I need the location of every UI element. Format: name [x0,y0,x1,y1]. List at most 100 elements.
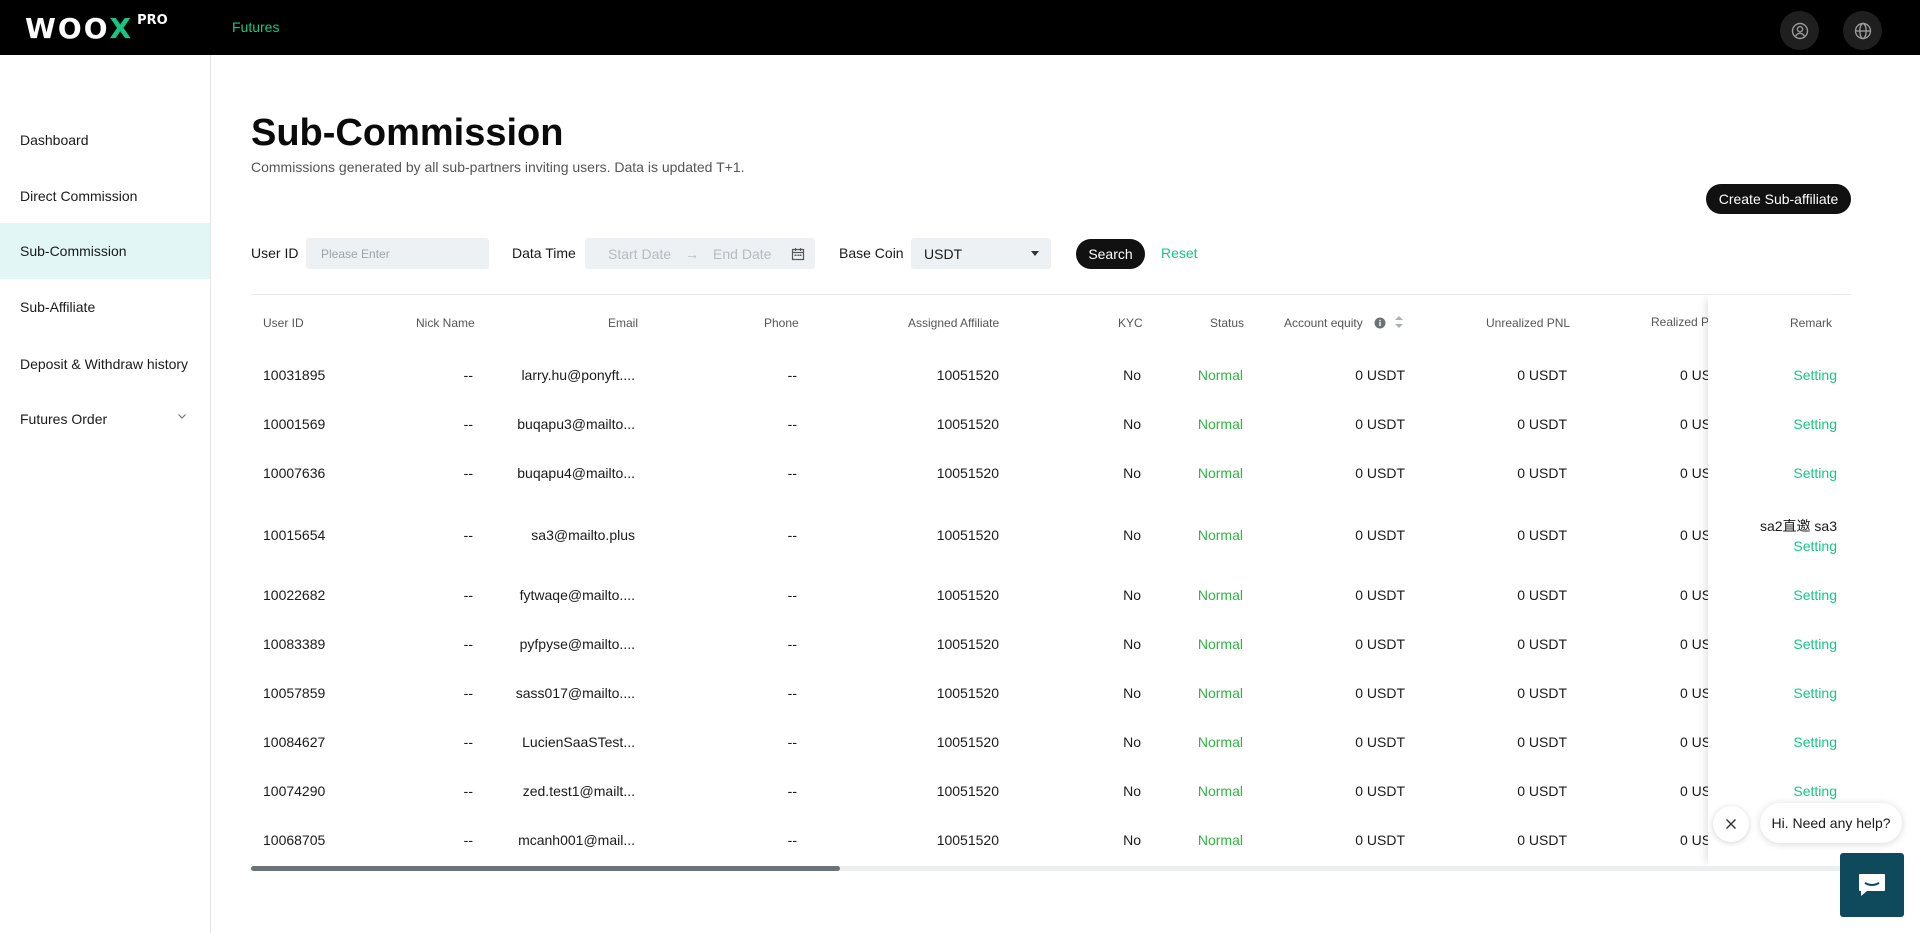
th-email: Email [608,316,639,330]
cell-realized-pnl: 0 US [1680,527,1712,543]
sidebar-item-label: Deposit & Withdraw history [20,356,189,372]
chat-icon [1859,874,1885,896]
setting-link[interactable]: Setting [1793,416,1837,432]
calendar-icon[interactable] [791,247,805,261]
cell-status: Normal [1197,367,1243,383]
cell-user-id: 10022682 [263,587,326,603]
cell-remark: sa2直邀 sa3 [1759,518,1837,534]
cell-email: fytwaqe@mailto.... [519,587,635,603]
th-status: Status [1210,316,1245,330]
end-date-input[interactable]: End Date [713,246,771,262]
cell-email: sa3@mailto.plus [531,527,635,543]
sidebar-item-label: Sub-Affiliate [20,299,96,315]
reset-link[interactable]: Reset [1161,245,1198,261]
user-id-input[interactable]: Please Enter [306,238,489,269]
cell-user-id: 10001569 [263,416,326,432]
cell-kyc: No [1123,587,1141,603]
woox-logo[interactable]: WOO X PRO [25,12,168,45]
cell-kyc: No [1123,783,1141,799]
user-id-label: User ID [251,245,299,261]
cell-nick-name: -- [463,416,473,432]
sidebar-item-dashboard[interactable]: Dashboard [0,112,210,168]
th-assigned-affiliate: Assigned Affiliate [908,316,1000,330]
base-coin-value: USDT [924,245,963,262]
cell-user-id: 10057859 [263,685,326,701]
sidebar-item-label: Direct Commission [20,188,138,204]
cell-user-id: 10084627 [263,734,326,750]
cell-kyc: No [1123,832,1141,848]
cell-nick-name: -- [463,527,473,543]
account-button[interactable] [1780,11,1819,50]
sidebar-item-sub-affiliate[interactable]: Sub-Affiliate [0,279,210,335]
cell-phone: -- [787,783,797,799]
sidebar-item-deposit-withdraw-history[interactable]: Deposit & Withdraw history [0,336,210,392]
cell-assigned-affiliate: 10051520 [936,734,999,750]
cell-phone: -- [787,685,797,701]
cell-email: mcanh001@mail... [518,832,635,848]
cell-unrealized-pnl: 0 USDT [1517,636,1567,652]
cell-account-equity: 0 USDT [1355,587,1405,603]
cell-user-id: 10083389 [263,636,326,652]
nav-futures[interactable]: Futures [232,19,279,35]
cell-nick-name: -- [463,832,473,848]
cell-account-equity: 0 USDT [1355,367,1405,383]
help-close-button[interactable] [1713,806,1749,842]
start-date-input[interactable]: Start Date [608,246,671,262]
cell-assigned-affiliate: 10051520 [936,367,999,383]
cell-status: Normal [1197,832,1243,848]
sidebar-item-sub-commission[interactable]: Sub-Commission [0,223,210,279]
cell-nick-name: -- [463,465,473,481]
cell-unrealized-pnl: 0 USDT [1517,685,1567,701]
th-account-equity: Account equity [1284,315,1405,330]
chevron-down-icon [178,414,186,419]
cell-kyc: No [1123,465,1141,481]
help-bubble[interactable]: Hi. Need any help? [1760,803,1902,843]
cell-account-equity: 0 USDT [1355,465,1405,481]
cell-assigned-affiliate: 10051520 [936,685,999,701]
chat-launcher-button[interactable] [1840,853,1904,917]
setting-link[interactable]: Setting [1793,734,1837,750]
cell-kyc: No [1123,416,1141,432]
setting-link[interactable]: Setting [1793,685,1837,701]
caret-down-icon [1031,251,1039,256]
cell-nick-name: -- [463,734,473,750]
cell-status: Normal [1197,416,1243,432]
language-button[interactable] [1843,11,1882,50]
cell-phone: -- [787,416,797,432]
create-sub-affiliate-button[interactable]: Create Sub-affiliate [1706,184,1851,214]
cell-nick-name: -- [463,636,473,652]
search-button[interactable]: Search [1076,239,1145,269]
info-icon[interactable] [1374,317,1386,329]
th-nick-name: Nick Name [416,316,475,330]
setting-link[interactable]: Setting [1793,538,1837,554]
cell-unrealized-pnl: 0 USDT [1517,367,1567,383]
setting-link[interactable]: Setting [1793,783,1837,799]
cell-realized-pnl: 0 US [1680,465,1712,481]
date-range-picker[interactable]: Start Date → End Date [585,238,815,269]
cell-unrealized-pnl: 0 USDT [1517,416,1567,432]
setting-link[interactable]: Setting [1793,465,1837,481]
setting-link[interactable]: Setting [1793,587,1837,603]
setting-link[interactable]: Setting [1793,367,1837,383]
cell-unrealized-pnl: 0 USDT [1517,734,1567,750]
base-coin-select[interactable]: USDT [911,238,1051,269]
th-account-equity-label: Account equity [1284,316,1363,330]
scrollbar-thumb[interactable] [251,866,840,871]
user-icon [1791,22,1808,39]
cell-email: sass017@mailto.... [515,685,635,701]
cell-email: larry.hu@ponyft.... [521,367,635,383]
cell-kyc: No [1123,367,1141,383]
sidebar-item-direct-commission[interactable]: Direct Commission [0,168,210,224]
cell-realized-pnl: 0 US [1680,587,1712,603]
cell-nick-name: -- [463,367,473,383]
cell-email: zed.test1@mailt... [522,783,635,799]
sort-icon[interactable] [1393,315,1405,329]
cell-status: Normal [1197,636,1243,652]
sidebar-item-futures-order[interactable]: Futures Order [0,391,210,447]
logo-x: X [109,12,134,45]
cell-realized-pnl: 0 US [1680,685,1712,701]
sidebar-item-label: Dashboard [20,132,89,148]
setting-link[interactable]: Setting [1793,636,1837,652]
th-unrealized-pnl: Unrealized PNL [1486,316,1571,330]
cell-phone: -- [787,527,797,543]
